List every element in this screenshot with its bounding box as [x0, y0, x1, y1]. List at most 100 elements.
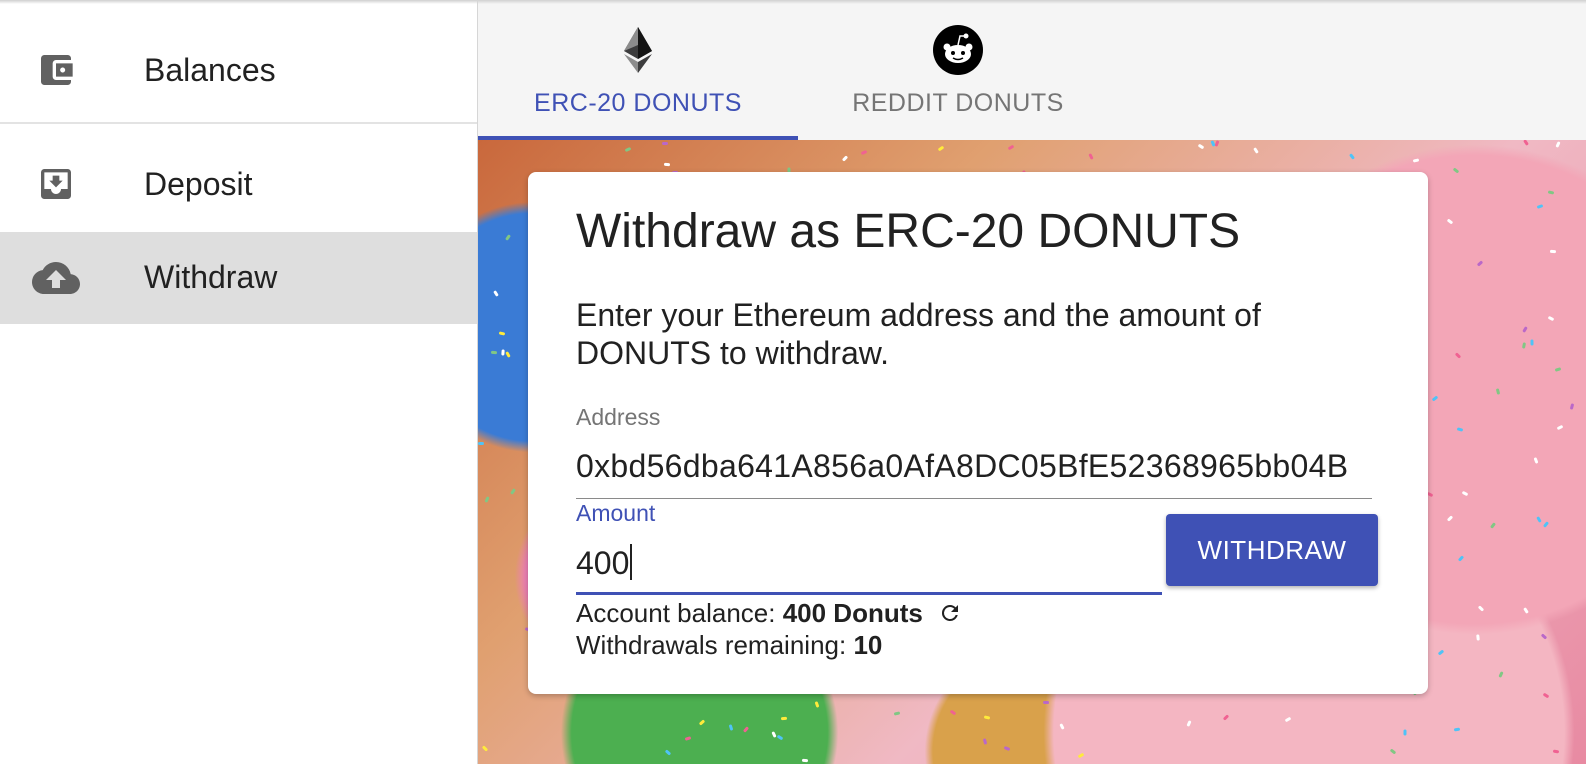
ethereum-icon	[612, 24, 664, 76]
sprinkle-decoration	[1456, 427, 1463, 433]
sprinkle-decoration	[1547, 315, 1554, 322]
sprinkle-decoration	[950, 709, 957, 716]
sprinkle-decoration	[1348, 153, 1355, 160]
sprinkle-decoration	[983, 737, 988, 745]
sprinkle-decoration	[1003, 746, 1010, 752]
sprinkle-decoration	[1453, 727, 1460, 732]
sprinkle-decoration	[780, 716, 788, 721]
sprinkle-decoration	[1490, 522, 1497, 529]
sprinkle-decoration	[1523, 140, 1529, 146]
text-caret	[630, 544, 633, 580]
sprinkle-decoration	[661, 141, 668, 145]
amount-value: 400	[576, 545, 630, 581]
cloud-upload-icon	[32, 254, 80, 302]
amount-input[interactable]: 400	[576, 544, 633, 582]
sprinkle-decoration	[1550, 250, 1557, 254]
sprinkle-decoration	[1042, 700, 1049, 705]
sprinkle-decoration	[1431, 395, 1439, 402]
sidebar-item-label: Balances	[144, 52, 276, 88]
sprinkle-decoration	[1540, 633, 1547, 640]
sidebar-item-balances[interactable]: Balances	[0, 12, 477, 122]
sprinkle-decoration	[1077, 752, 1084, 759]
sprinkle-decoration	[1088, 153, 1094, 160]
sprinkle-decoration	[1547, 190, 1554, 196]
sprinkle-decoration	[1534, 457, 1539, 464]
balance-label: Account balance:	[576, 598, 776, 628]
sprinkle-decoration	[1214, 140, 1220, 147]
sprinkle-decoration	[481, 744, 489, 752]
sprinkle-decoration	[1476, 260, 1483, 267]
sprinkle-decoration	[742, 726, 749, 733]
sprinkle-decoration	[624, 146, 632, 152]
sprinkle-decoration	[728, 724, 734, 731]
sprinkle-decoration	[663, 162, 670, 167]
sprinkle-decoration	[665, 749, 672, 756]
sprinkle-decoration	[1446, 218, 1454, 225]
sprinkle-decoration	[776, 734, 784, 740]
sprinkle-decoration	[483, 496, 490, 503]
sprinkle-decoration	[490, 350, 497, 355]
sprinkle-decoration	[1059, 722, 1065, 730]
sprinkle-decoration	[510, 487, 517, 495]
sprinkle-decoration	[1523, 606, 1530, 614]
sprinkle-decoration	[814, 700, 820, 708]
tab-label: ERC-20 DONUTS	[534, 89, 742, 117]
amount-label: Amount	[576, 500, 656, 526]
withdraw-card: Withdraw as ERC-20 DONUTS Enter your Eth…	[528, 172, 1428, 694]
withdrawals-label: Withdrawals remaining:	[576, 630, 847, 660]
sprinkle-decoration	[1389, 748, 1396, 755]
sprinkle-decoration	[1186, 720, 1192, 728]
token-tabs: ERC-20 DONUTS REDDIT DONUTS	[478, 0, 1586, 140]
sprinkle-decoration	[505, 351, 511, 359]
sprinkle-decoration	[983, 714, 990, 720]
download-box-icon	[32, 160, 80, 208]
withdraw-button[interactable]: WITHDRAW	[1166, 514, 1378, 586]
sprinkle-decoration	[1569, 403, 1574, 410]
sprinkle-decoration	[1530, 339, 1534, 346]
sprinkle-decoration	[1555, 141, 1561, 149]
sidebar: Balances Deposit Withdraw	[0, 0, 478, 764]
sprinkle-decoration	[1437, 649, 1444, 656]
sidebar-shadow	[0, 0, 477, 4]
sprinkle-decoration	[504, 233, 511, 241]
sprinkle-decoration	[478, 442, 485, 446]
sprinkle-decoration	[1454, 351, 1462, 359]
sprinkle-decoration	[500, 349, 505, 356]
sprinkle-decoration	[1452, 167, 1460, 174]
sidebar-divider	[0, 122, 477, 124]
sprinkle-decoration	[1536, 515, 1542, 523]
card-description: Enter your Ethereum address and the amou…	[576, 297, 1261, 371]
sprinkle-decoration	[492, 290, 499, 297]
sprinkle-decoration	[1008, 144, 1015, 151]
sprinkle-decoration	[1542, 692, 1550, 699]
sprinkle-decoration	[1542, 521, 1549, 528]
sprinkle-decoration	[1552, 749, 1560, 754]
sprinkle-decoration	[893, 711, 900, 716]
sprinkle-decoration	[1522, 326, 1528, 334]
address-underline	[576, 498, 1372, 499]
address-input[interactable]: 0xbd56dba641A856a0AfA8DC05BfE52368965bb0…	[576, 448, 1348, 485]
sidebar-item-deposit[interactable]: Deposit	[0, 136, 477, 232]
tab-reddit-donuts[interactable]: REDDIT DONUTS	[798, 0, 1118, 140]
sprinkle-decoration	[1496, 388, 1501, 395]
withdrawals-remaining: Withdrawals remaining: 10	[576, 630, 882, 661]
reddit-icon	[932, 24, 984, 76]
sprinkle-decoration	[1197, 143, 1205, 150]
refresh-icon[interactable]	[938, 601, 962, 632]
sprinkle-decoration	[1554, 366, 1562, 372]
wallet-icon	[32, 46, 80, 94]
tab-label: REDDIT DONUTS	[852, 89, 1064, 117]
account-balance: Account balance: 400 Donuts	[576, 598, 962, 632]
sprinkle-decoration	[684, 736, 692, 742]
balance-value: 400 Donuts	[782, 598, 923, 628]
sprinkle-decoration	[1210, 140, 1216, 147]
sprinkle-decoration	[1497, 671, 1504, 679]
address-label: Address	[576, 404, 661, 430]
sprinkle-decoration	[1556, 425, 1564, 431]
sprinkle-decoration	[801, 758, 809, 763]
tab-erc20-donuts[interactable]: ERC-20 DONUTS	[478, 0, 798, 140]
sprinkle-decoration	[1522, 342, 1527, 349]
sidebar-item-withdraw[interactable]: Withdraw	[0, 232, 477, 324]
sprinkle-decoration	[1412, 158, 1419, 163]
sprinkle-decoration	[1446, 515, 1454, 522]
